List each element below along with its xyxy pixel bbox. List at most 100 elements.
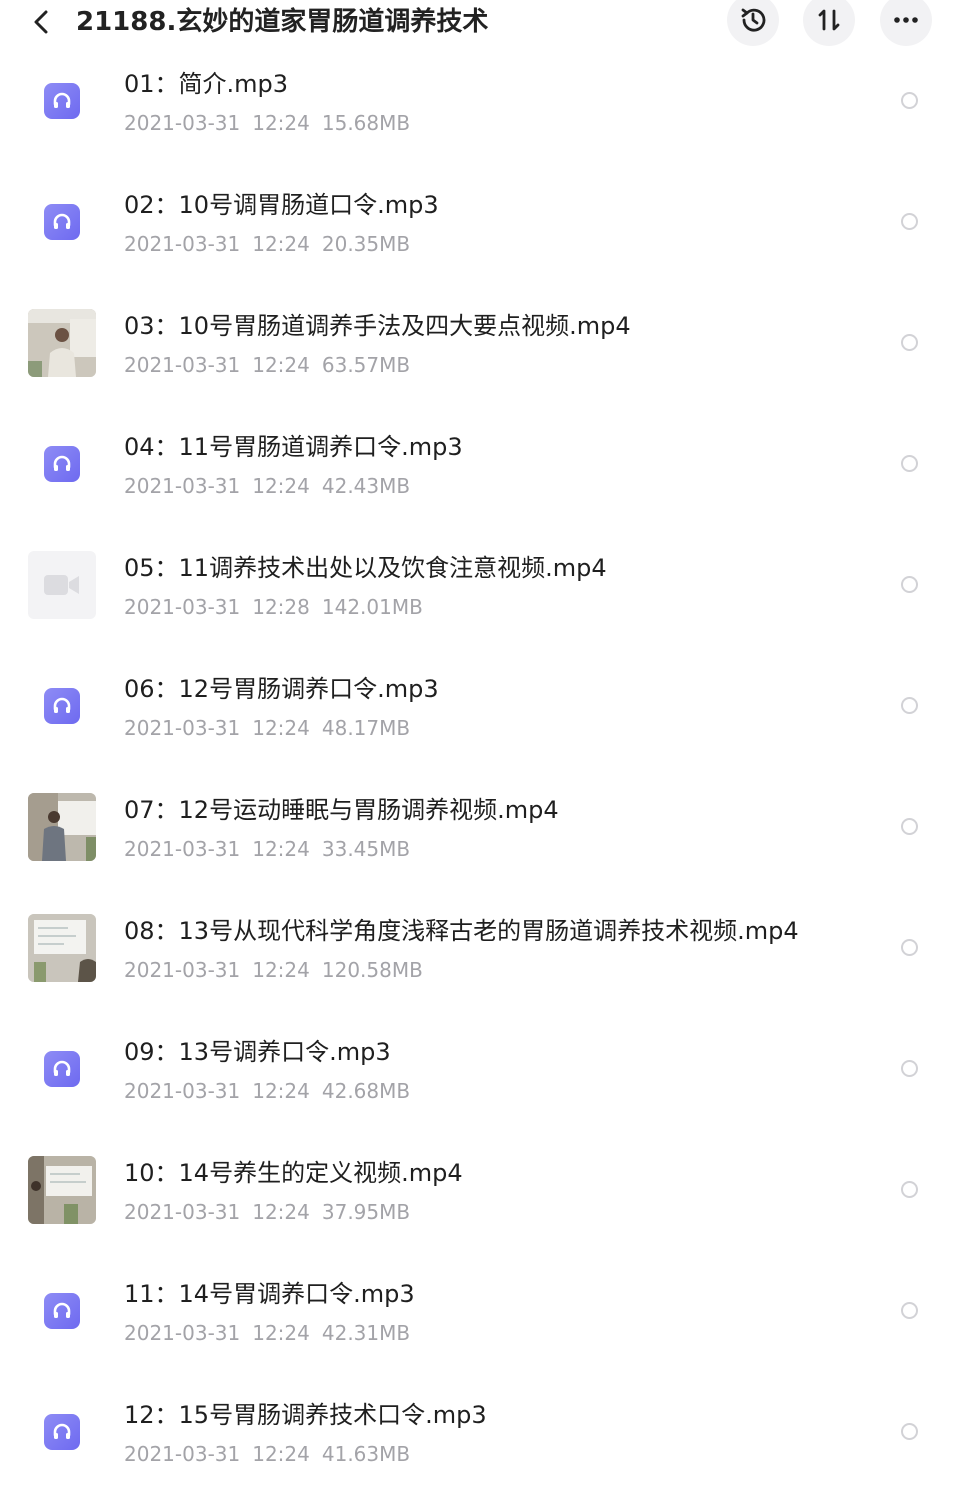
- file-time: 12:24: [252, 474, 310, 498]
- audio-file-thumb: [28, 430, 96, 498]
- headphones-icon: [44, 1051, 80, 1087]
- file-row[interactable]: 06：12号胃肠调养口令.mp3 2021-03-31 12:24 48.17MB: [0, 648, 960, 769]
- file-date: 2021-03-31: [124, 1200, 241, 1224]
- headphones-icon: [44, 204, 80, 240]
- file-date: 2021-03-31: [124, 1079, 241, 1103]
- file-date: 2021-03-31: [124, 958, 241, 982]
- file-meta: 2021-03-31 12:24 37.95MB: [124, 1198, 422, 1226]
- file-meta: 2021-03-31 12:24 41.63MB: [124, 1440, 422, 1468]
- select-radio[interactable]: [901, 576, 918, 593]
- file-time: 12:24: [252, 111, 310, 135]
- file-time: 12:24: [252, 958, 310, 982]
- file-row[interactable]: 01：简介.mp3 2021-03-31 12:24 15.68MB: [0, 43, 960, 164]
- video-thumbnail: [28, 793, 96, 861]
- file-row[interactable]: 12：15号胃肠调养技术口令.mp3 2021-03-31 12:24 41.63M…: [0, 1374, 960, 1495]
- file-meta: 2021-03-31 12:24 63.57MB: [124, 351, 422, 379]
- file-meta: 2021-03-31 12:24 15.68MB: [124, 109, 422, 137]
- file-meta: 2021-03-31 12:28 142.01MB: [124, 593, 435, 621]
- file-date: 2021-03-31: [124, 595, 241, 619]
- file-meta: 2021-03-31 12:24 42.68MB: [124, 1077, 422, 1105]
- select-radio[interactable]: [901, 455, 918, 472]
- headphones-icon: [44, 83, 80, 119]
- file-meta: 2021-03-31 12:24 33.45MB: [124, 835, 422, 863]
- audio-file-thumb: [28, 67, 96, 135]
- file-time: 12:28: [252, 595, 310, 619]
- video-file-thumb: [28, 551, 96, 619]
- select-radio[interactable]: [901, 213, 918, 230]
- audio-file-thumb: [28, 1035, 96, 1103]
- file-size: 33.45MB: [321, 837, 411, 861]
- file-meta: 2021-03-31 12:24 42.43MB: [124, 472, 422, 500]
- file-size: 120.58MB: [321, 958, 423, 982]
- video-camera-icon: [44, 575, 79, 595]
- select-radio[interactable]: [901, 697, 918, 714]
- file-time: 12:24: [252, 1200, 310, 1224]
- file-row[interactable]: 10：14号养生的定义视频.mp4 2021-03-31 12:24 37.95MB: [0, 1132, 960, 1253]
- more-button[interactable]: [880, 0, 932, 46]
- file-date: 2021-03-31: [124, 716, 241, 740]
- back-button[interactable]: [22, 2, 62, 42]
- file-row[interactable]: 09：13号调养口令.mp3 2021-03-31 12:24 42.68MB: [0, 1011, 960, 1132]
- file-name: 04：11号胃肠道调养口令.mp3: [124, 433, 463, 461]
- select-radio[interactable]: [901, 939, 918, 956]
- file-meta: 2021-03-31 12:24 48.17MB: [124, 714, 422, 742]
- file-date: 2021-03-31: [124, 353, 241, 377]
- audio-file-thumb: [28, 1277, 96, 1345]
- header-bar: 21188.玄妙的道家胃肠道调养技术: [0, 0, 960, 46]
- headphones-icon: [44, 1293, 80, 1329]
- file-time: 12:24: [252, 1442, 310, 1466]
- select-radio[interactable]: [901, 1181, 918, 1198]
- file-time: 12:24: [252, 232, 310, 256]
- file-name: 10：14号养生的定义视频.mp4: [124, 1159, 463, 1187]
- select-radio[interactable]: [901, 334, 918, 351]
- file-time: 12:24: [252, 716, 310, 740]
- history-button[interactable]: [727, 0, 779, 46]
- file-name: 07：12号运动睡眠与胃肠调养视频.mp4: [124, 796, 559, 824]
- file-name: 12：15号胃肠调养技术口令.mp3: [124, 1401, 487, 1429]
- video-thumbnail: [28, 1156, 96, 1224]
- file-date: 2021-03-31: [124, 232, 241, 256]
- file-size: 42.31MB: [321, 1321, 411, 1345]
- file-name: 01：简介.mp3: [124, 70, 289, 98]
- select-radio[interactable]: [901, 818, 918, 835]
- file-date: 2021-03-31: [124, 837, 241, 861]
- file-name: 05：11调养技术出处以及饮食注意视频.mp4: [124, 554, 607, 582]
- file-time: 12:24: [252, 353, 310, 377]
- file-name: 09：13号调养口令.mp3: [124, 1038, 391, 1066]
- file-time: 12:24: [252, 1079, 310, 1103]
- file-size: 63.57MB: [321, 353, 411, 377]
- file-name: 03：10号胃肠道调养手法及四大要点视频.mp4: [124, 312, 631, 340]
- file-row[interactable]: 08：13号从现代科学角度浅释古老的胃肠道调养技术视频.mp4 2021-03-…: [0, 890, 960, 1011]
- audio-file-thumb: [28, 1398, 96, 1466]
- file-row[interactable]: 05：11调养技术出处以及饮食注意视频.mp4 2021-03-31 12:28 1…: [0, 527, 960, 648]
- file-meta: 2021-03-31 12:24 42.31MB: [124, 1319, 422, 1347]
- file-meta: 2021-03-31 12:24 120.58MB: [124, 956, 435, 984]
- headphones-icon: [44, 1414, 80, 1450]
- file-date: 2021-03-31: [124, 1321, 241, 1345]
- headphones-icon: [44, 446, 80, 482]
- file-list: 01：简介.mp3 2021-03-31 12:24 15.68MB 02：10号调…: [0, 43, 960, 1495]
- file-row[interactable]: 07：12号运动睡眠与胃肠调养视频.mp4 2021-03-31 12:24 33.…: [0, 769, 960, 890]
- headphones-icon: [44, 688, 80, 724]
- file-name: 08：13号从现代科学角度浅释古老的胃肠道调养技术视频.mp4: [124, 917, 799, 945]
- file-size: 48.17MB: [321, 716, 411, 740]
- select-radio[interactable]: [901, 1423, 918, 1440]
- file-row[interactable]: 03：10号胃肠道调养手法及四大要点视频.mp4 2021-03-31 12:24…: [0, 285, 960, 406]
- file-date: 2021-03-31: [124, 111, 241, 135]
- file-row[interactable]: 04：11号胃肠道调养口令.mp3 2021-03-31 12:24 42.43MB: [0, 406, 960, 527]
- chevron-left-icon: [34, 10, 48, 34]
- select-radio[interactable]: [901, 1060, 918, 1077]
- sort-button[interactable]: [803, 0, 855, 46]
- file-size: 15.68MB: [321, 111, 411, 135]
- select-radio[interactable]: [901, 92, 918, 109]
- video-thumbnail: [28, 309, 96, 377]
- sort-icon: [818, 9, 840, 31]
- file-size: 42.43MB: [321, 474, 411, 498]
- video-thumbnail: [28, 914, 96, 982]
- file-row[interactable]: 02：10号调胃肠道口令.mp3 2021-03-31 12:24 20.35MB: [0, 164, 960, 285]
- file-row[interactable]: 11：14号胃调养口令.mp3 2021-03-31 12:24 42.31MB: [0, 1253, 960, 1374]
- file-size: 37.95MB: [321, 1200, 411, 1224]
- file-name: 06：12号胃肠调养口令.mp3: [124, 675, 439, 703]
- select-radio[interactable]: [901, 1302, 918, 1319]
- file-meta: 2021-03-31 12:24 20.35MB: [124, 230, 422, 258]
